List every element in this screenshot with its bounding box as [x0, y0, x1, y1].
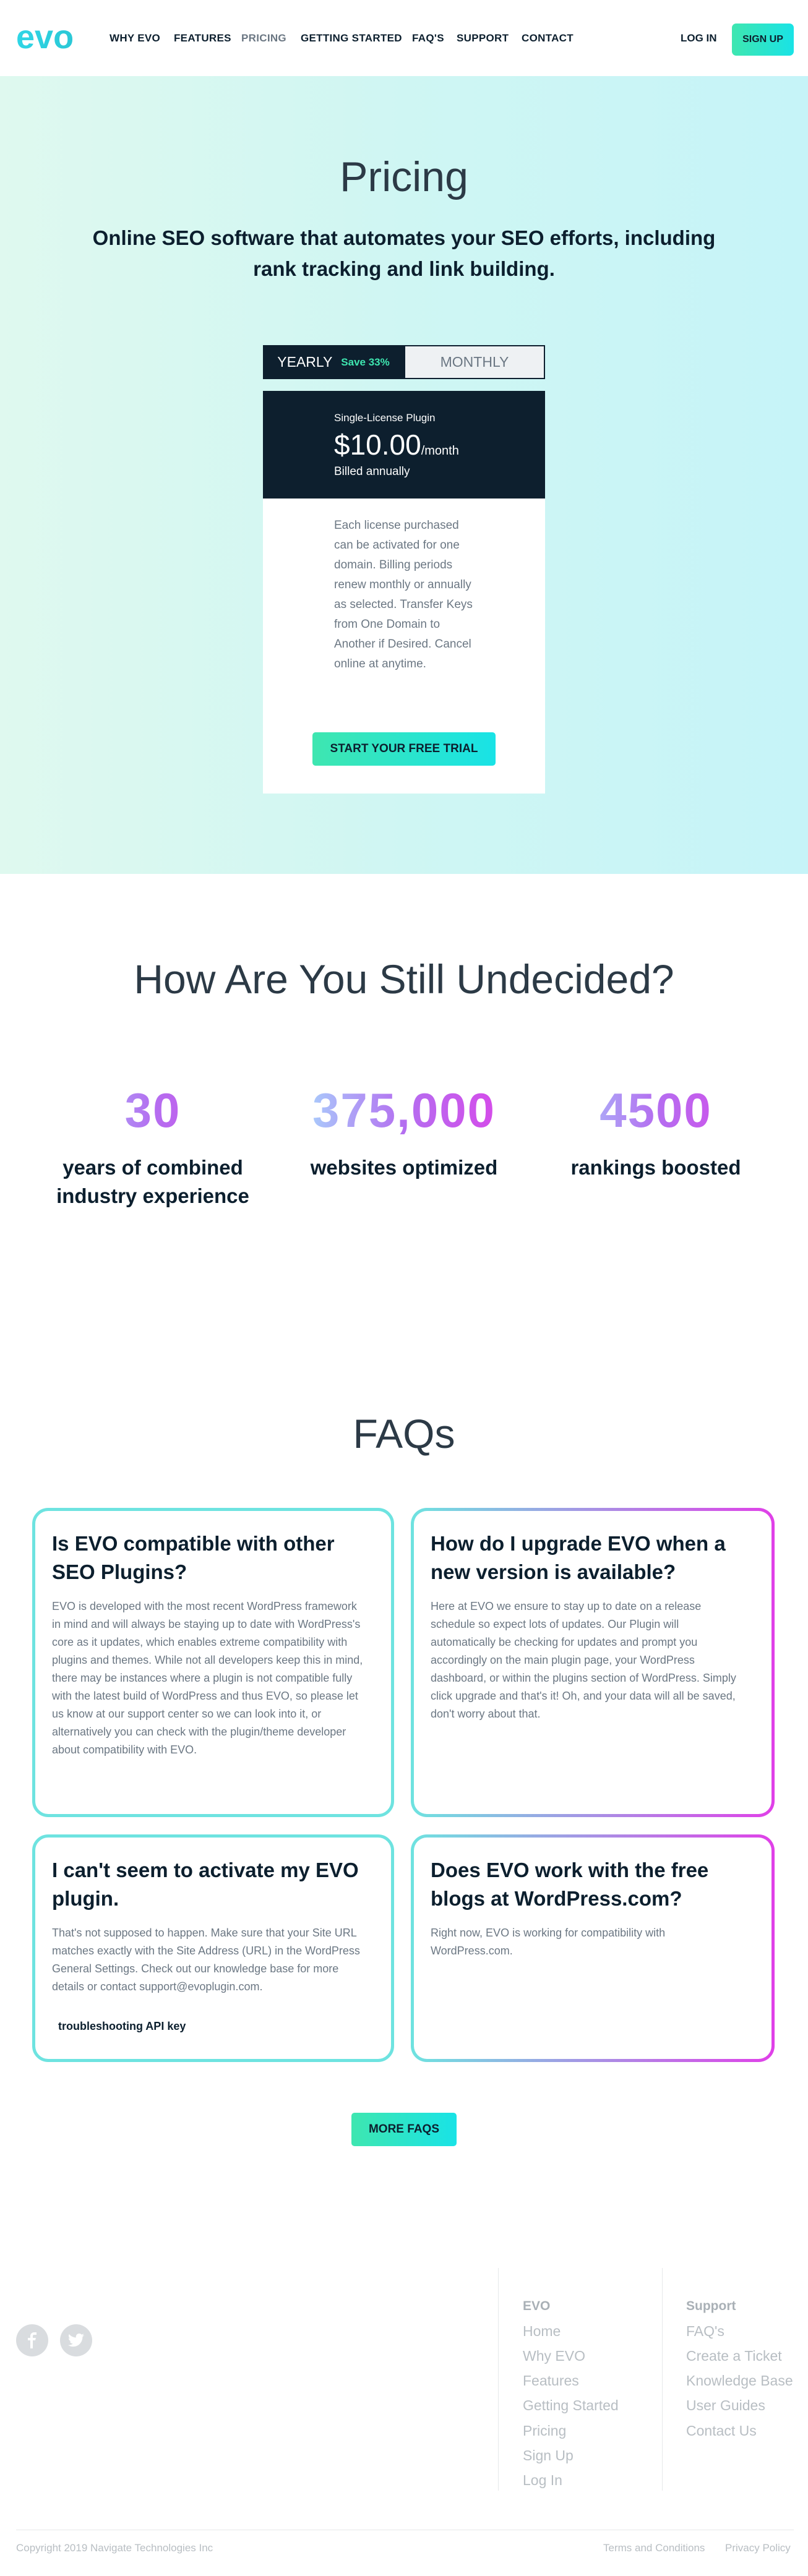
footer-link-pricing[interactable]: Pricing	[523, 2423, 566, 2439]
plan-card-body: Each license purchased can be activated …	[263, 499, 545, 794]
billing-toggle: YEARLY Save 33% MONTHLY	[263, 345, 545, 379]
stat-number-websites: 375,000	[280, 1082, 528, 1139]
copyright-text: Copyright 2019 Navigate Technologies Inc	[16, 2542, 213, 2554]
faqs-heading: FAQs	[353, 1411, 455, 1457]
plan-billing-note: Billed annually	[334, 465, 410, 478]
plan-description: Each license purchased can be activated …	[334, 519, 473, 670]
logo-text: evo	[16, 21, 74, 53]
faq-answer: That's not supposed to happen. Make sure…	[52, 1927, 360, 1993]
toggle-monthly[interactable]: MONTHLY	[404, 345, 545, 379]
nav-faqs[interactable]: FAQ'S	[412, 32, 444, 45]
footer-link-contact-us[interactable]: Contact Us	[686, 2423, 757, 2439]
nav-contact[interactable]: CONTACT	[522, 32, 574, 45]
footer-link-sign-up[interactable]: Sign Up	[523, 2447, 574, 2464]
footer-divider	[662, 2268, 663, 2491]
evo-logo[interactable]: evo	[16, 19, 87, 56]
faq-tag[interactable]: troubleshooting API key	[58, 2020, 186, 2033]
footer-link-log-in[interactable]: Log In	[523, 2472, 562, 2489]
hero-subtitle: Online SEO software that automates your …	[92, 226, 716, 280]
stat-label-experience: years of combined industry experience	[56, 1156, 249, 1207]
footer-link-why-evo[interactable]: Why EVO	[523, 2348, 585, 2364]
facebook-icon[interactable]	[16, 2324, 48, 2356]
footer-link-knowledge-base[interactable]: Knowledge Base	[686, 2373, 793, 2389]
login-link[interactable]: LOG IN	[681, 32, 717, 45]
faq-card: Is EVO compatible with other SEO Plugins…	[32, 1508, 394, 1817]
nav-features[interactable]: FEATURES	[174, 32, 231, 45]
footer-link-home[interactable]: Home	[523, 2323, 561, 2340]
nav-pricing[interactable]: PRICING	[241, 32, 286, 45]
stat-number-experience: 30	[29, 1082, 277, 1139]
plan-price-amount: $10.00	[334, 429, 421, 461]
footer-link-getting-started[interactable]: Getting Started	[523, 2397, 619, 2414]
page-title: Pricing	[340, 153, 468, 200]
faq-question: Does EVO work with the free blogs at Wor…	[431, 1859, 709, 1910]
save-badge: Save 33%	[341, 356, 390, 368]
faq-question: I can't seem to activate my EVO plugin.	[52, 1859, 359, 1910]
footer-heading-support: Support	[686, 2299, 736, 2313]
start-free-trial-button[interactable]: START YOUR FREE TRIAL	[312, 732, 496, 766]
faq-question: How do I upgrade EVO when a new version …	[431, 1532, 726, 1583]
footer-heading-evo: EVO	[523, 2299, 551, 2313]
terms-link[interactable]: Terms and Conditions	[603, 2542, 705, 2554]
top-navbar: evo WHY EVO FEATURES PRICING GETTING STA…	[0, 0, 808, 76]
faq-answer: Right now, EVO is working for compatibil…	[431, 1927, 666, 1957]
facebook-glyph	[28, 2332, 37, 2348]
faq-answer: Here at EVO we ensure to stay up to date…	[431, 1600, 736, 1720]
plan-price: $10.00/month	[334, 428, 459, 461]
stat-label-websites: websites optimized	[310, 1156, 498, 1179]
footer-link-features[interactable]: Features	[523, 2373, 579, 2389]
signup-button[interactable]: SIGN UP	[732, 24, 794, 56]
twitter-icon[interactable]	[60, 2324, 92, 2356]
nav-getting-started[interactable]: GETTING STARTED	[301, 32, 402, 45]
nav-why-evo[interactable]: WHY EVO	[110, 32, 160, 45]
plan-card-header: Single-License Plugin $10.00/month Bille…	[263, 391, 545, 499]
twitter-glyph	[68, 2334, 84, 2347]
nav-support[interactable]: SUPPORT	[457, 32, 509, 45]
faq-card: Does EVO work with the free blogs at Wor…	[411, 1834, 775, 2062]
more-faqs-button[interactable]: MORE FAQS	[351, 2113, 457, 2146]
toggle-yearly[interactable]: YEARLY Save 33%	[263, 345, 404, 379]
faq-card: I can't seem to activate my EVO plugin. …	[32, 1834, 394, 2062]
undecided-heading: How Are You Still Undecided?	[134, 956, 674, 1002]
plan-price-period: /month	[421, 444, 459, 458]
faq-question: Is EVO compatible with other SEO Plugins…	[52, 1532, 335, 1583]
stat-label-rankings: rankings boosted	[570, 1156, 741, 1179]
faq-card: How do I upgrade EVO when a new version …	[411, 1508, 775, 1817]
faq-answer: EVO is developed with the most recent Wo…	[52, 1600, 363, 1756]
footer-link-create-ticket[interactable]: Create a Ticket	[686, 2348, 782, 2364]
footer-link-faqs[interactable]: FAQ's	[686, 2323, 724, 2340]
footer-divider	[498, 2268, 499, 2491]
stat-number-rankings: 4500	[532, 1082, 780, 1139]
toggle-yearly-label: YEARLY	[277, 354, 333, 370]
plan-name: Single-License Plugin	[334, 412, 436, 424]
footer-link-user-guides[interactable]: User Guides	[686, 2397, 765, 2414]
privacy-link[interactable]: Privacy Policy	[725, 2542, 791, 2554]
evo-logo-mark: evo	[16, 19, 74, 56]
